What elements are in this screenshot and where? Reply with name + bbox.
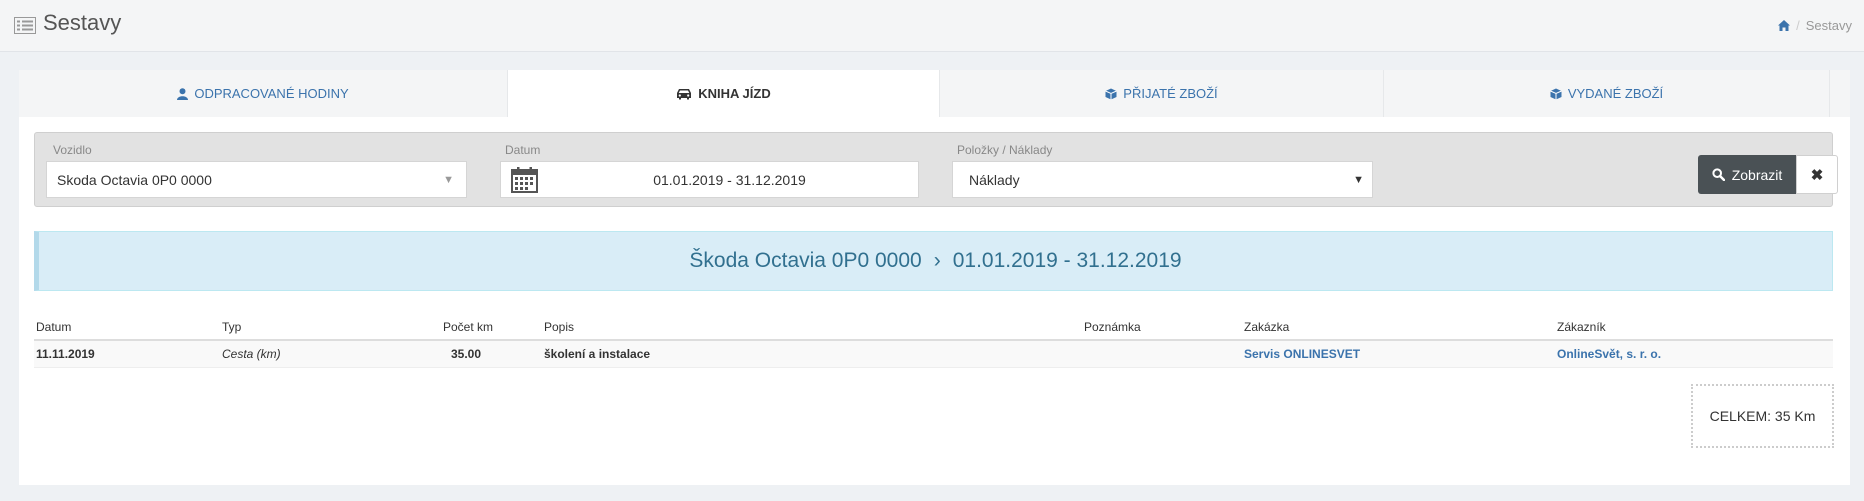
- items-select[interactable]: Náklady ▼: [952, 161, 1373, 198]
- date-range-input[interactable]: 01.01.2019 - 31.12.2019: [500, 161, 919, 198]
- home-icon[interactable]: [1778, 20, 1791, 31]
- vehicle-select[interactable]: Skoda Octavia 0P0 0000 ▼: [46, 161, 467, 198]
- chevron-right-icon: ›: [933, 249, 941, 272]
- breadcrumb-separator: /: [1796, 18, 1800, 33]
- col-zakazka[interactable]: Zakázka: [1244, 320, 1289, 334]
- tabs: ODPRACOVANÉ HODINY KNIHA JÍZD PŘIJATÉ ZB…: [19, 70, 1850, 117]
- show-button-label: Zobrazit: [1731, 166, 1783, 183]
- report-panel: ODPRACOVANÉ HODINY KNIHA JÍZD PŘIJATÉ ZB…: [19, 70, 1850, 485]
- cube-icon: [1105, 88, 1118, 99]
- tab-label: ODPRACOVANÉ HODINY: [194, 86, 349, 101]
- col-poznamka[interactable]: Poznámka: [1084, 320, 1141, 334]
- tab-kniha-jizd[interactable]: KNIHA JÍZD: [508, 70, 940, 117]
- col-zakaznik[interactable]: Zákazník: [1557, 320, 1606, 334]
- cell-pocet-km: 35.00: [451, 347, 482, 361]
- list-icon: [14, 17, 36, 34]
- show-button[interactable]: Zobrazit: [1698, 155, 1796, 194]
- col-popis[interactable]: Popis: [544, 320, 574, 334]
- chevron-down-icon: ▼: [1353, 174, 1364, 186]
- tab-vydane-zbozi[interactable]: VYDANÉ ZBOŽÍ: [1384, 70, 1830, 117]
- date-range-value: 01.01.2019 - 31.12.2019: [653, 171, 806, 188]
- cube-icon: [1550, 88, 1562, 99]
- chevron-down-icon: ▼: [443, 174, 454, 186]
- user-icon: [177, 87, 189, 100]
- tab-label: KNIHA JÍZD: [698, 86, 771, 101]
- vehicle-label: Vozidlo: [53, 143, 92, 157]
- search-icon: [1712, 168, 1725, 181]
- banner-range: 01.01.2019 - 31.12.2019: [952, 249, 1182, 272]
- vehicle-value: Skoda Octavia 0P0 0000: [57, 171, 212, 188]
- cell-zakaznik-link[interactable]: OnlineSvět, s. r. o.: [1557, 347, 1661, 361]
- report-table: Datum Typ Počet km Popis Poznámka Zakázk…: [34, 314, 1833, 368]
- page-header: Sestavy / Sestavy: [0, 0, 1864, 52]
- tab-prijate-zbozi[interactable]: PŘIJATÉ ZBOŽÍ: [940, 70, 1384, 117]
- col-typ[interactable]: Typ: [222, 320, 241, 334]
- banner-vehicle: Škoda Octavia 0P0 0000: [689, 249, 922, 272]
- report-banner: Škoda Octavia 0P0 0000 › 01.01.2019 - 31…: [34, 231, 1833, 291]
- table-row: 11.11.2019 Cesta (km) 35.00 školení a in…: [34, 341, 1833, 368]
- tab-label: VYDANÉ ZBOŽÍ: [1567, 86, 1664, 101]
- breadcrumb: / Sestavy: [1778, 18, 1852, 33]
- col-datum[interactable]: Datum: [36, 320, 71, 334]
- cell-typ: Cesta (km): [222, 347, 281, 361]
- tab-label: PŘIJATÉ ZBOŽÍ: [1123, 86, 1218, 101]
- cell-popis: školení a instalace: [544, 347, 651, 361]
- col-pocet-km[interactable]: Počet km: [443, 320, 493, 334]
- date-label: Datum: [505, 143, 541, 157]
- items-value: Náklady: [969, 171, 1020, 188]
- items-label: Položky / Náklady: [957, 143, 1053, 157]
- car-icon: [677, 88, 692, 99]
- cell-datum: 11.11.2019: [36, 347, 95, 361]
- table-header: Datum Typ Počet km Popis Poznámka Zakázk…: [34, 314, 1833, 341]
- cell-zakazka-link[interactable]: Servis ONLINESVET: [1244, 347, 1360, 361]
- tab-odpracovane-hodiny[interactable]: ODPRACOVANÉ HODINY: [19, 70, 508, 117]
- page-title: Sestavy: [43, 10, 122, 35]
- total-box: CELKEM: 35 Km: [1691, 384, 1834, 448]
- calendar-icon[interactable]: [511, 166, 538, 193]
- close-icon: ✖: [1810, 166, 1824, 184]
- filter-bar: Vozidlo Skoda Octavia 0P0 0000 ▼ Datum 0…: [34, 132, 1838, 207]
- clear-button[interactable]: ✖: [1796, 155, 1838, 194]
- breadcrumb-current: Sestavy: [1805, 18, 1852, 33]
